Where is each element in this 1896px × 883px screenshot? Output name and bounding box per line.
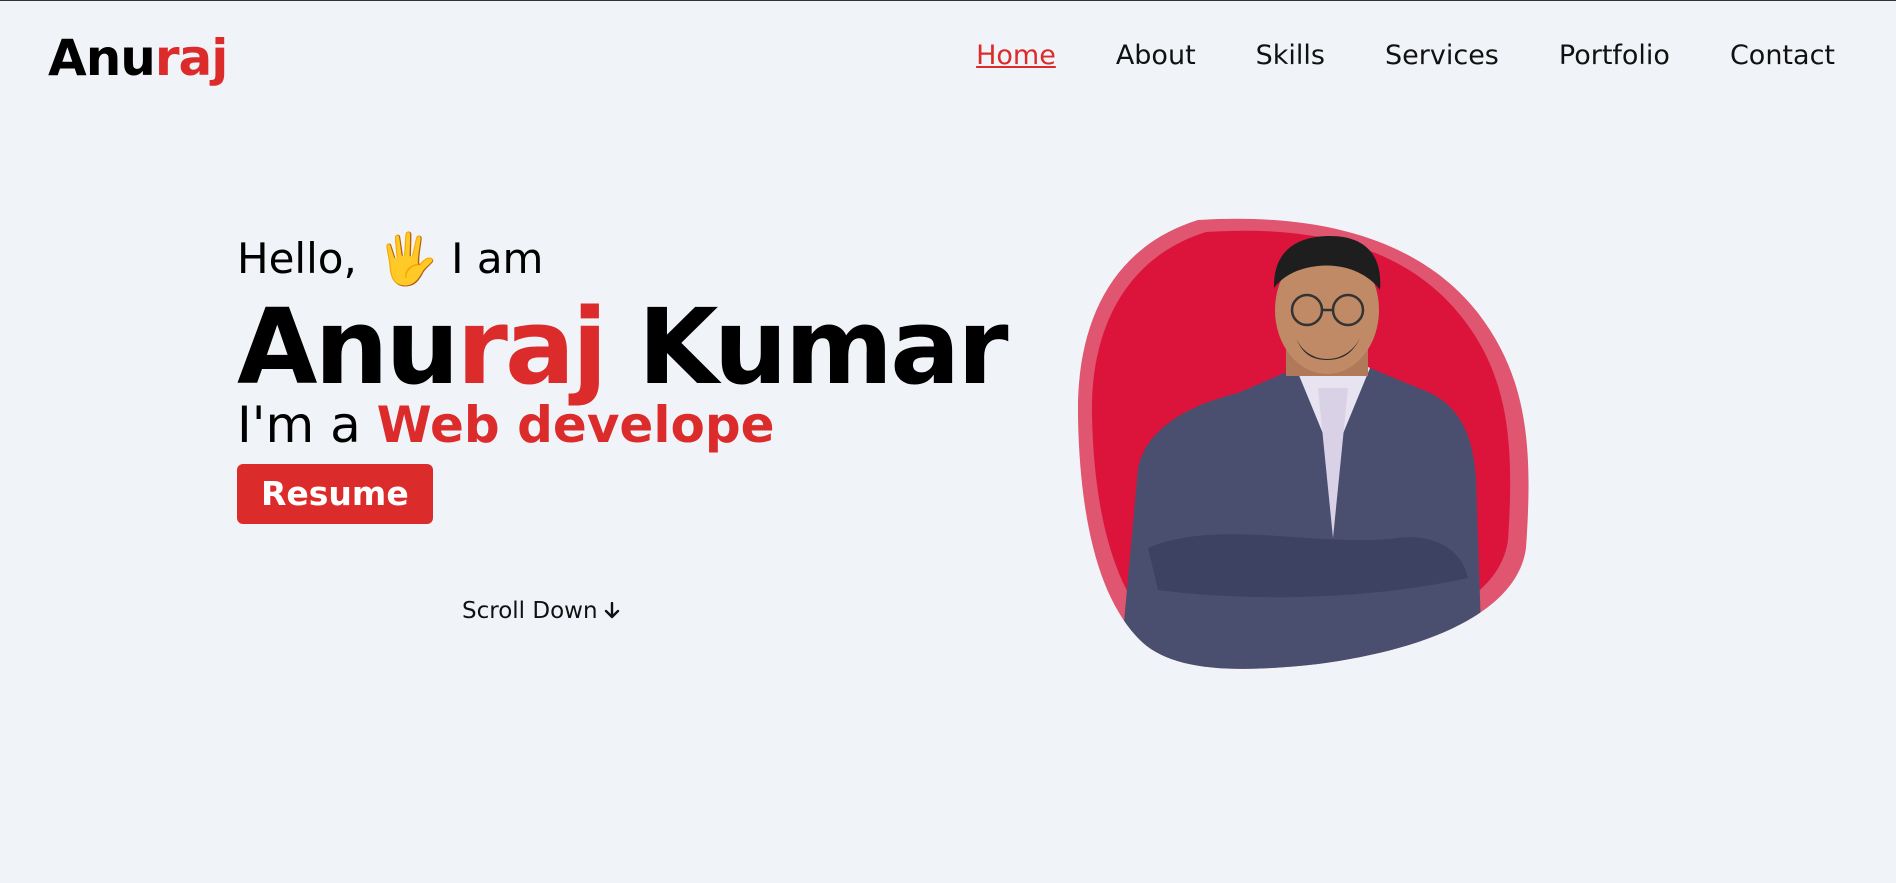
hero-section: Hello, 🖐 I am Anuraj Kumar I'm a Web dev… — [237, 230, 1009, 524]
name-part2: raj — [456, 286, 608, 408]
name-part1: Anu — [237, 286, 460, 408]
nav-home[interactable]: Home — [976, 38, 1056, 74]
logo-text-part2: raj — [154, 29, 229, 87]
nav-contact[interactable]: Contact — [1730, 38, 1835, 74]
site-logo[interactable]: Anuraj — [48, 28, 229, 88]
top-border — [0, 0, 1896, 1]
nav-about[interactable]: About — [1116, 38, 1196, 74]
arrow-down-icon — [604, 602, 619, 619]
waving-hand-icon: 🖐 — [376, 230, 440, 288]
name-last: Kumar — [637, 286, 1009, 408]
greeting: Hello, 🖐 I am — [237, 230, 1006, 288]
scroll-down-label: Scroll Down — [462, 598, 598, 624]
main-navigation: Home About Skills Services Portfolio Con… — [976, 38, 1835, 74]
profile-portrait — [1078, 218, 1529, 669]
greeting-hello: Hello, — [237, 234, 357, 283]
nav-services[interactable]: Services — [1385, 38, 1499, 74]
role-prefix: I'm a — [237, 396, 361, 454]
role-typed-text: Web develope — [376, 396, 775, 454]
scroll-down-link[interactable]: Scroll Down — [462, 598, 620, 624]
nav-skills[interactable]: Skills — [1256, 38, 1325, 74]
resume-button[interactable]: Resume — [237, 464, 433, 524]
nav-portfolio[interactable]: Portfolio — [1559, 38, 1670, 74]
hero-name: Anuraj Kumar — [237, 292, 1009, 402]
greeting-tail: I am — [451, 234, 544, 283]
logo-text-part1: Anu — [48, 29, 156, 87]
